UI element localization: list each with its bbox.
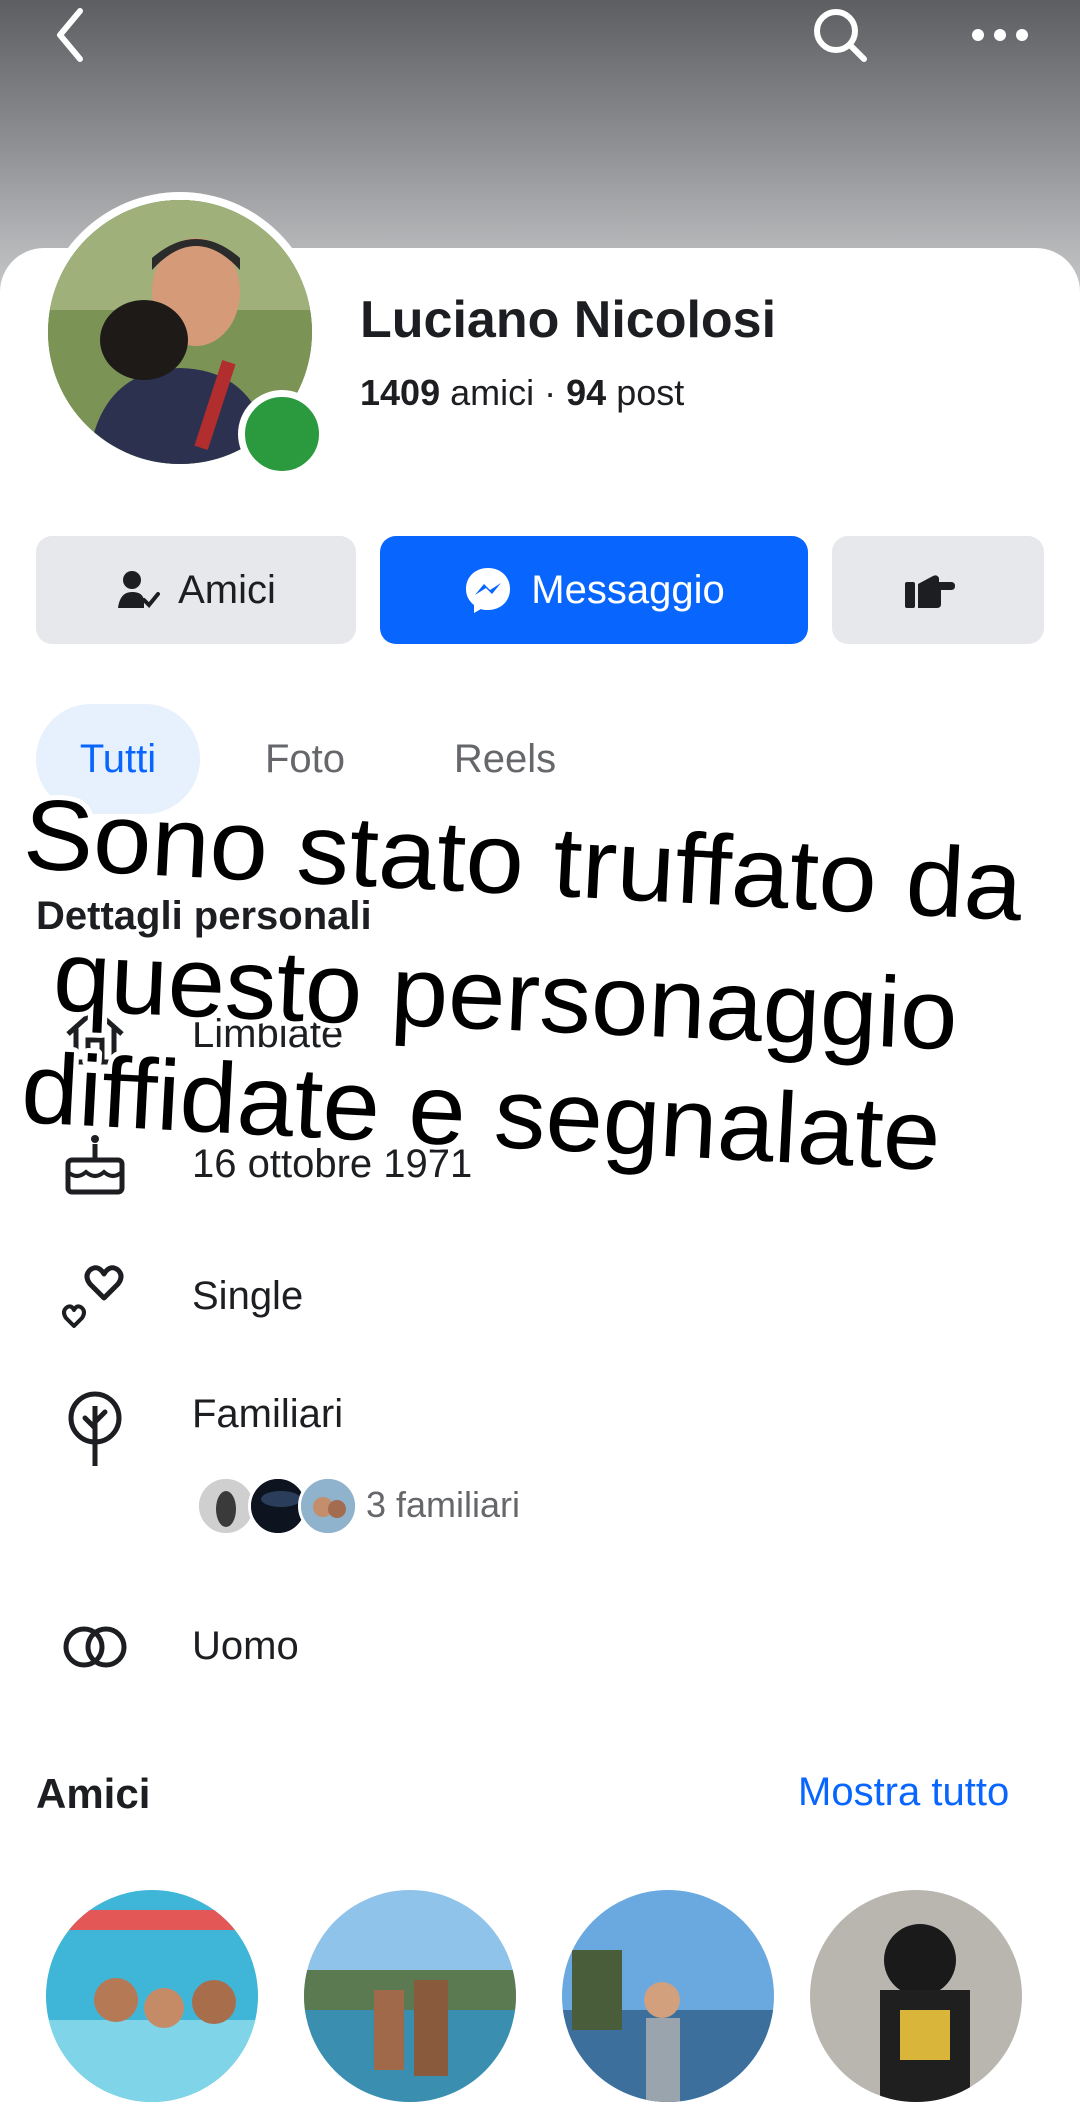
back-button[interactable]: [40, 0, 100, 70]
online-status-indicator: [238, 390, 326, 478]
messenger-icon: [466, 568, 511, 613]
message-button[interactable]: Messaggio: [380, 536, 808, 644]
family-count[interactable]: 3 familiari: [366, 1484, 520, 1526]
hearts-icon: [60, 1262, 130, 1332]
gender-rings-icon: [60, 1612, 130, 1682]
family-avatar-3[interactable]: [298, 1476, 358, 1536]
detail-relationship: Single: [192, 1274, 304, 1318]
family-tree-icon: [60, 1388, 130, 1466]
friends-button-label: Amici: [178, 567, 276, 612]
chevron-left-icon: [57, 8, 83, 62]
family-avatar-1[interactable]: [196, 1476, 256, 1536]
friends-count: 1409: [360, 372, 441, 413]
friends-section-title: Amici: [36, 1770, 151, 1817]
detail-birthday: 16 ottobre 1971: [192, 1142, 473, 1186]
tab-reels[interactable]: Reels: [420, 704, 590, 814]
more-horizontal-icon: [972, 29, 1028, 41]
friends-button[interactable]: Amici: [36, 536, 356, 644]
posts-label: post: [616, 372, 685, 413]
friend-photo-1[interactable]: [46, 1890, 258, 2102]
search-icon: [814, 9, 867, 62]
follow-options-button[interactable]: [832, 536, 1044, 644]
detail-location: Limbiate: [192, 1012, 344, 1056]
profile-stats: 1409 amici · 94 post: [360, 372, 684, 414]
more-button[interactable]: [960, 0, 1040, 70]
home-icon: [60, 1000, 130, 1070]
posts-count: 94: [566, 372, 607, 413]
friends-label: amici: [450, 372, 535, 413]
profile-name: Luciano Nicolosi: [360, 291, 777, 349]
profile-card: [0, 248, 1080, 2120]
detail-family: Familiari: [192, 1392, 344, 1436]
personal-details-title: Dettagli personali: [36, 894, 372, 938]
search-button[interactable]: [800, 0, 880, 70]
tab-tutti[interactable]: Tutti: [36, 704, 200, 814]
detail-gender: Uomo: [192, 1624, 299, 1668]
tab-foto[interactable]: Foto: [230, 704, 380, 814]
friend-photo-3[interactable]: [562, 1890, 774, 2102]
birthday-cake-icon: [60, 1130, 130, 1200]
hand-pointing-icon: [905, 575, 955, 608]
friend-photo-4[interactable]: [810, 1890, 1022, 2102]
friend-photo-2[interactable]: [304, 1890, 516, 2102]
friends-check-icon: [118, 571, 161, 608]
stats-separator: ·: [544, 372, 557, 413]
show-all-friends-link[interactable]: Mostra tutto: [798, 1770, 1009, 1815]
message-button-label: Messaggio: [531, 567, 725, 612]
